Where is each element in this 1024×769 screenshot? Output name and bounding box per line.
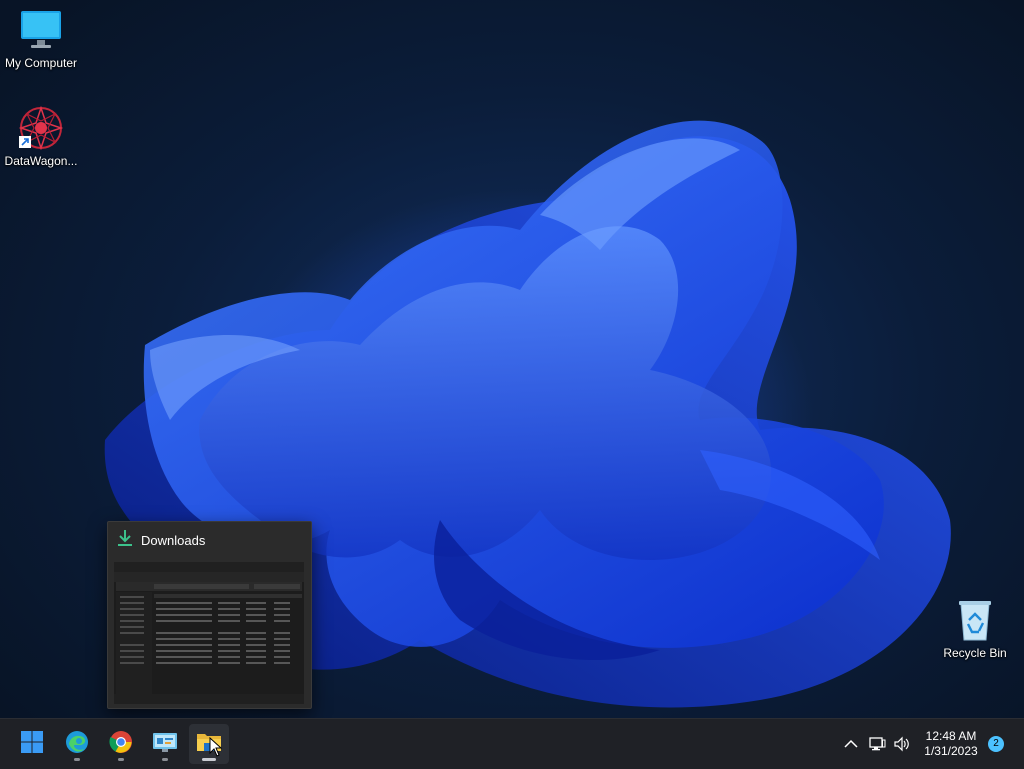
taskbar: 12:48 AM 1/31/2023 2	[0, 718, 1024, 769]
download-arrow-icon	[117, 529, 133, 552]
monitor-icon	[19, 8, 63, 52]
explorer-thumbnail-image	[114, 562, 304, 704]
taskbar-control-panel-button[interactable]	[145, 724, 185, 764]
desktop-icon-recycle-bin[interactable]: Recycle Bin	[934, 598, 1016, 660]
windows-logo-icon	[20, 730, 44, 759]
running-indicator	[74, 758, 80, 761]
datawagon-shortcut-icon	[18, 105, 64, 151]
preview-title: Downloads	[141, 532, 206, 548]
edge-icon	[65, 730, 89, 759]
start-button[interactable]	[12, 724, 52, 764]
recycle-bin-icon	[953, 598, 997, 642]
preview-header: Downloads	[108, 522, 311, 558]
desktop-icon-datawagon[interactable]: DataWagon...	[0, 105, 82, 168]
desktop-icon-my-computer[interactable]: My Computer	[0, 8, 82, 70]
volume-icon[interactable]	[893, 735, 911, 753]
desktop-icon-label: My Computer	[4, 56, 78, 70]
running-indicator	[118, 758, 124, 761]
chevron-up-icon[interactable]	[842, 735, 860, 753]
notification-badge[interactable]: 2	[988, 736, 1004, 752]
desktop-icon-label: Recycle Bin	[943, 646, 1007, 660]
preview-thumbnail	[114, 562, 304, 704]
mouse-cursor-icon	[209, 736, 223, 762]
taskbar-chrome-button[interactable]	[101, 724, 141, 764]
network-icon[interactable]	[868, 735, 886, 753]
taskbar-edge-button[interactable]	[57, 724, 97, 764]
running-indicator	[162, 758, 168, 761]
desktop-icon-label: DataWagon...	[4, 154, 78, 168]
control-panel-icon	[152, 730, 178, 759]
chrome-icon	[109, 730, 133, 759]
downloads-window-preview[interactable]: Downloads	[107, 521, 312, 709]
desktop: My Computer DataWagon... Recycle Bin Dow…	[0, 0, 1024, 718]
clock-date: 1/31/2023	[924, 744, 978, 758]
clock-time: 12:48 AM	[925, 729, 977, 743]
system-clock[interactable]: 12:48 AM 1/31/2023	[918, 729, 984, 759]
